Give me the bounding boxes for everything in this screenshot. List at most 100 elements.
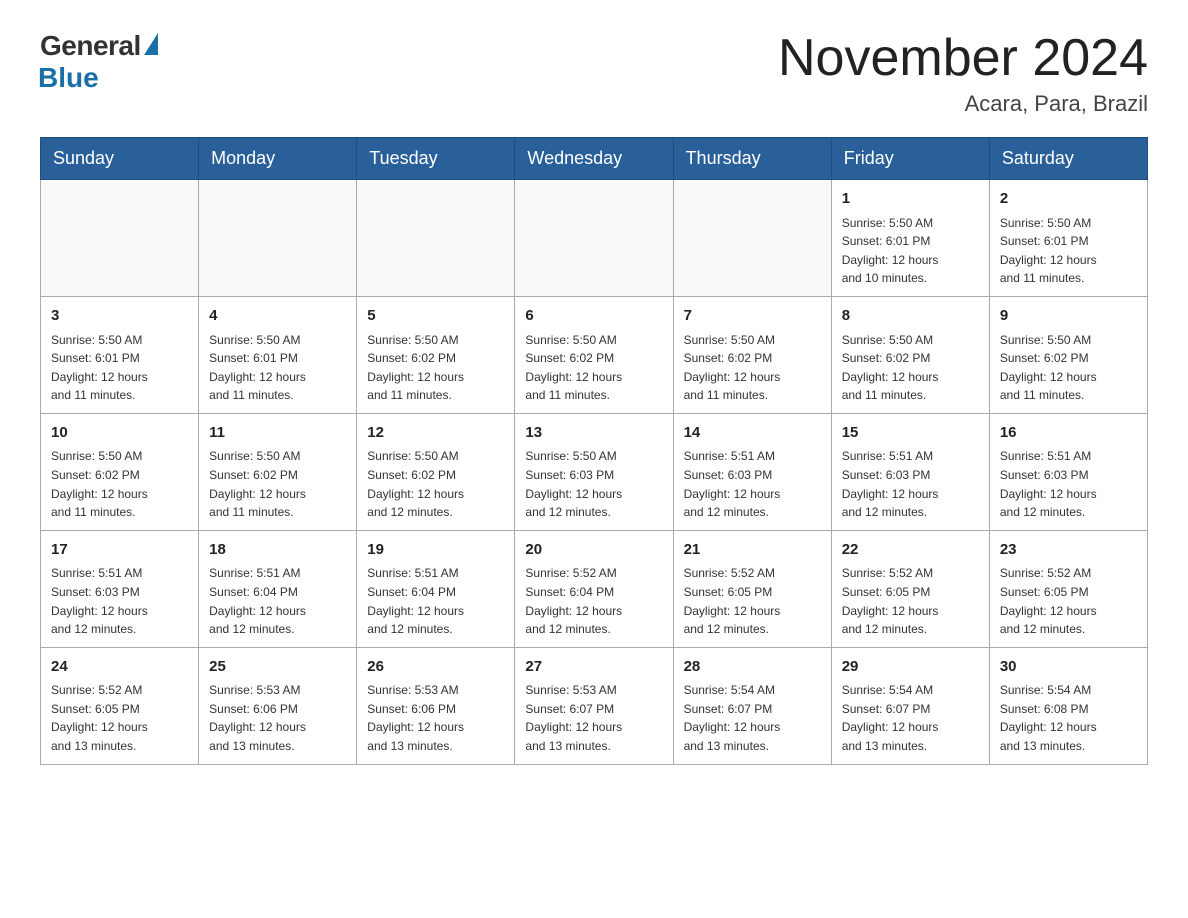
day-number: 8 [842, 305, 979, 328]
title-section: November 2024 Acara, Para, Brazil [778, 30, 1148, 117]
day-number: 10 [51, 422, 188, 445]
day-number: 17 [51, 539, 188, 562]
day-number: 23 [1000, 539, 1137, 562]
day-number: 25 [209, 656, 346, 679]
calendar-cell: 15Sunrise: 5:51 AMSunset: 6:03 PMDayligh… [831, 413, 989, 530]
day-info: Sunrise: 5:50 AMSunset: 6:01 PMDaylight:… [1000, 214, 1137, 288]
day-info: Sunrise: 5:50 AMSunset: 6:02 PMDaylight:… [367, 331, 504, 405]
calendar-cell [199, 180, 357, 297]
day-number: 29 [842, 656, 979, 679]
day-number: 7 [684, 305, 821, 328]
day-info: Sunrise: 5:51 AMSunset: 6:03 PMDaylight:… [1000, 447, 1137, 521]
calendar-cell: 18Sunrise: 5:51 AMSunset: 6:04 PMDayligh… [199, 530, 357, 647]
day-number: 14 [684, 422, 821, 445]
month-year-title: November 2024 [778, 30, 1148, 87]
day-number: 11 [209, 422, 346, 445]
calendar-cell: 23Sunrise: 5:52 AMSunset: 6:05 PMDayligh… [989, 530, 1147, 647]
day-number: 28 [684, 656, 821, 679]
calendar-week-row: 10Sunrise: 5:50 AMSunset: 6:02 PMDayligh… [41, 413, 1148, 530]
day-info: Sunrise: 5:50 AMSunset: 6:02 PMDaylight:… [1000, 331, 1137, 405]
logo: General Blue [40, 30, 158, 94]
day-info: Sunrise: 5:51 AMSunset: 6:04 PMDaylight:… [209, 564, 346, 638]
day-number: 15 [842, 422, 979, 445]
weekday-header-monday: Monday [199, 138, 357, 180]
day-info: Sunrise: 5:52 AMSunset: 6:05 PMDaylight:… [684, 564, 821, 638]
calendar-cell: 7 Sunrise: 5:50 AMSunset: 6:02 PMDaylight… [673, 297, 831, 414]
calendar-cell: 27Sunrise: 5:53 AMSunset: 6:07 PMDayligh… [515, 647, 673, 764]
calendar-cell: 28Sunrise: 5:54 AMSunset: 6:07 PMDayligh… [673, 647, 831, 764]
calendar-cell: 1 Sunrise: 5:50 AMSunset: 6:01 PMDaylight… [831, 180, 989, 297]
day-number: 6 [525, 305, 662, 328]
day-number: 2 [1000, 188, 1137, 211]
calendar-cell [357, 180, 515, 297]
day-number: 18 [209, 539, 346, 562]
day-number: 20 [525, 539, 662, 562]
calendar-table: SundayMondayTuesdayWednesdayThursdayFrid… [40, 137, 1148, 764]
calendar-cell [515, 180, 673, 297]
day-number: 16 [1000, 422, 1137, 445]
calendar-cell: 20Sunrise: 5:52 AMSunset: 6:04 PMDayligh… [515, 530, 673, 647]
day-info: Sunrise: 5:50 AMSunset: 6:02 PMDaylight:… [209, 447, 346, 521]
logo-triangle-icon [144, 33, 158, 55]
calendar-cell: 9 Sunrise: 5:50 AMSunset: 6:02 PMDaylight… [989, 297, 1147, 414]
calendar-cell: 11Sunrise: 5:50 AMSunset: 6:02 PMDayligh… [199, 413, 357, 530]
day-info: Sunrise: 5:51 AMSunset: 6:03 PMDaylight:… [51, 564, 188, 638]
calendar-cell: 12Sunrise: 5:50 AMSunset: 6:02 PMDayligh… [357, 413, 515, 530]
logo-general-text: General [40, 30, 141, 62]
day-info: Sunrise: 5:53 AMSunset: 6:06 PMDaylight:… [367, 681, 504, 755]
day-info: Sunrise: 5:50 AMSunset: 6:02 PMDaylight:… [525, 331, 662, 405]
weekday-header-wednesday: Wednesday [515, 138, 673, 180]
day-info: Sunrise: 5:52 AMSunset: 6:05 PMDaylight:… [51, 681, 188, 755]
day-info: Sunrise: 5:54 AMSunset: 6:08 PMDaylight:… [1000, 681, 1137, 755]
day-info: Sunrise: 5:50 AMSunset: 6:02 PMDaylight:… [842, 331, 979, 405]
day-info: Sunrise: 5:54 AMSunset: 6:07 PMDaylight:… [842, 681, 979, 755]
day-number: 24 [51, 656, 188, 679]
page-header: General Blue November 2024 Acara, Para, … [40, 30, 1148, 117]
day-info: Sunrise: 5:53 AMSunset: 6:07 PMDaylight:… [525, 681, 662, 755]
day-info: Sunrise: 5:50 AMSunset: 6:02 PMDaylight:… [684, 331, 821, 405]
calendar-cell: 8 Sunrise: 5:50 AMSunset: 6:02 PMDaylight… [831, 297, 989, 414]
day-info: Sunrise: 5:50 AMSunset: 6:01 PMDaylight:… [51, 331, 188, 405]
calendar-cell: 21Sunrise: 5:52 AMSunset: 6:05 PMDayligh… [673, 530, 831, 647]
day-number: 4 [209, 305, 346, 328]
calendar-cell: 14Sunrise: 5:51 AMSunset: 6:03 PMDayligh… [673, 413, 831, 530]
day-number: 30 [1000, 656, 1137, 679]
calendar-cell: 22Sunrise: 5:52 AMSunset: 6:05 PMDayligh… [831, 530, 989, 647]
calendar-cell: 30Sunrise: 5:54 AMSunset: 6:08 PMDayligh… [989, 647, 1147, 764]
day-number: 12 [367, 422, 504, 445]
calendar-week-row: 1 Sunrise: 5:50 AMSunset: 6:01 PMDaylight… [41, 180, 1148, 297]
calendar-cell: 3Sunrise: 5:50 AMSunset: 6:01 PMDaylight… [41, 297, 199, 414]
calendar-cell: 24Sunrise: 5:52 AMSunset: 6:05 PMDayligh… [41, 647, 199, 764]
day-number: 9 [1000, 305, 1137, 328]
day-number: 19 [367, 539, 504, 562]
logo-blue-text: Blue [38, 62, 99, 94]
weekday-header-friday: Friday [831, 138, 989, 180]
location-subtitle: Acara, Para, Brazil [778, 91, 1148, 117]
calendar-cell: 6 Sunrise: 5:50 AMSunset: 6:02 PMDaylight… [515, 297, 673, 414]
weekday-header-thursday: Thursday [673, 138, 831, 180]
day-info: Sunrise: 5:52 AMSunset: 6:04 PMDaylight:… [525, 564, 662, 638]
day-number: 1 [842, 188, 979, 211]
calendar-cell [41, 180, 199, 297]
day-info: Sunrise: 5:52 AMSunset: 6:05 PMDaylight:… [842, 564, 979, 638]
calendar-cell: 17Sunrise: 5:51 AMSunset: 6:03 PMDayligh… [41, 530, 199, 647]
day-number: 13 [525, 422, 662, 445]
day-info: Sunrise: 5:52 AMSunset: 6:05 PMDaylight:… [1000, 564, 1137, 638]
day-info: Sunrise: 5:50 AMSunset: 6:02 PMDaylight:… [367, 447, 504, 521]
day-info: Sunrise: 5:50 AMSunset: 6:01 PMDaylight:… [842, 214, 979, 288]
calendar-week-row: 24Sunrise: 5:52 AMSunset: 6:05 PMDayligh… [41, 647, 1148, 764]
weekday-header-row: SundayMondayTuesdayWednesdayThursdayFrid… [41, 138, 1148, 180]
calendar-week-row: 17Sunrise: 5:51 AMSunset: 6:03 PMDayligh… [41, 530, 1148, 647]
day-info: Sunrise: 5:50 AMSunset: 6:02 PMDaylight:… [51, 447, 188, 521]
day-number: 21 [684, 539, 821, 562]
day-info: Sunrise: 5:51 AMSunset: 6:03 PMDaylight:… [684, 447, 821, 521]
day-info: Sunrise: 5:54 AMSunset: 6:07 PMDaylight:… [684, 681, 821, 755]
calendar-cell: 2 Sunrise: 5:50 AMSunset: 6:01 PMDaylight… [989, 180, 1147, 297]
day-info: Sunrise: 5:53 AMSunset: 6:06 PMDaylight:… [209, 681, 346, 755]
day-number: 26 [367, 656, 504, 679]
weekday-header-sunday: Sunday [41, 138, 199, 180]
day-number: 5 [367, 305, 504, 328]
calendar-cell: 19Sunrise: 5:51 AMSunset: 6:04 PMDayligh… [357, 530, 515, 647]
day-info: Sunrise: 5:50 AMSunset: 6:03 PMDaylight:… [525, 447, 662, 521]
day-info: Sunrise: 5:51 AMSunset: 6:04 PMDaylight:… [367, 564, 504, 638]
